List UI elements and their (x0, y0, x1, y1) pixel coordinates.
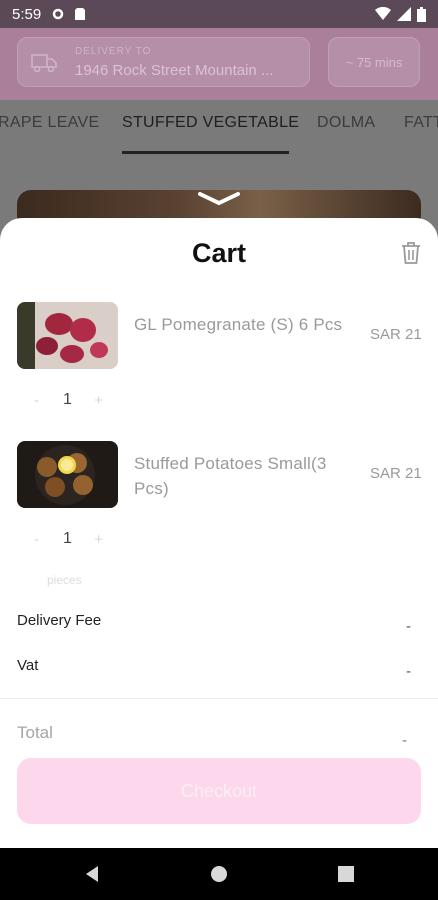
increase-qty-button[interactable]: + (87, 531, 111, 548)
signal-icon (397, 7, 411, 21)
delivery-address-button[interactable]: DELIVERY TO 1946 Rock Street Mountain ..… (17, 37, 310, 87)
status-bar: 5:59 (0, 0, 438, 28)
tab-grape-leave[interactable]: RAPE LEAVE (0, 114, 99, 132)
vat-label: Vat (17, 657, 39, 674)
delivery-address: 1946 Rock Street Mountain ... (75, 62, 274, 79)
eta-badge[interactable]: ~ 75 mins (328, 37, 420, 87)
tab-stuffed-vegetable[interactable]: STUFFED VEGETABLE (122, 114, 299, 132)
cart-item-price: SAR 21 (370, 465, 422, 482)
active-tab-indicator (122, 151, 289, 154)
quantity-stepper: - 1 + (17, 521, 118, 557)
quantity-value: 1 (63, 391, 72, 408)
system-nav-bar (0, 848, 438, 900)
truck-icon (31, 54, 57, 73)
decrease-qty-button[interactable]: - (24, 392, 48, 409)
wifi-icon (375, 7, 391, 20)
battery-icon (417, 6, 426, 22)
vat-value: - (406, 663, 411, 680)
increase-qty-button[interactable]: + (87, 392, 111, 409)
delivery-fee-value: - (406, 618, 411, 635)
category-tabs: RAPE LEAVE STUFFED VEGETABLE DOLMA FATT (0, 100, 438, 156)
cart-item-name: Stuffed Potatoes Small(3 Pcs) (134, 454, 327, 498)
home-icon[interactable] (209, 864, 229, 884)
delivery-label: DELIVERY TO (75, 46, 152, 57)
total-label: Total (17, 723, 53, 742)
settings-icon (52, 8, 64, 20)
tab-fatt[interactable]: FATT (404, 114, 438, 132)
cart-sheet: Cart GL Pomegranate (S) 6 Pcs SAR 21 - 1… (0, 218, 438, 848)
cart-title: Cart (191, 238, 246, 268)
total-value: - (402, 732, 407, 749)
cart-item-name: GL Pomegranate (S) 6 Pcs (134, 315, 343, 334)
cart-item-price: SAR 21 (370, 326, 422, 343)
divider (0, 698, 438, 699)
sd-card-icon (75, 8, 86, 20)
item-image-pomegranate (17, 302, 118, 369)
back-icon[interactable] (82, 864, 102, 884)
pieces-label: pieces (47, 573, 82, 587)
chevron-down-icon[interactable] (196, 190, 242, 208)
quantity-value: 1 (63, 530, 72, 547)
checkout-button[interactable]: Checkout (17, 758, 421, 824)
tab-dolma[interactable]: DOLMA (317, 114, 375, 132)
trash-icon[interactable] (399, 240, 423, 266)
app-header: DELIVERY TO 1946 Rock Street Mountain ..… (0, 28, 438, 100)
recents-icon[interactable] (336, 864, 356, 884)
delivery-fee-label: Delivery Fee (17, 612, 102, 629)
decrease-qty-button[interactable]: - (24, 531, 48, 548)
item-image-stuffed-potatoes (17, 441, 118, 508)
quantity-stepper: - 1 + (17, 382, 118, 418)
status-time: 5:59 (12, 5, 42, 23)
